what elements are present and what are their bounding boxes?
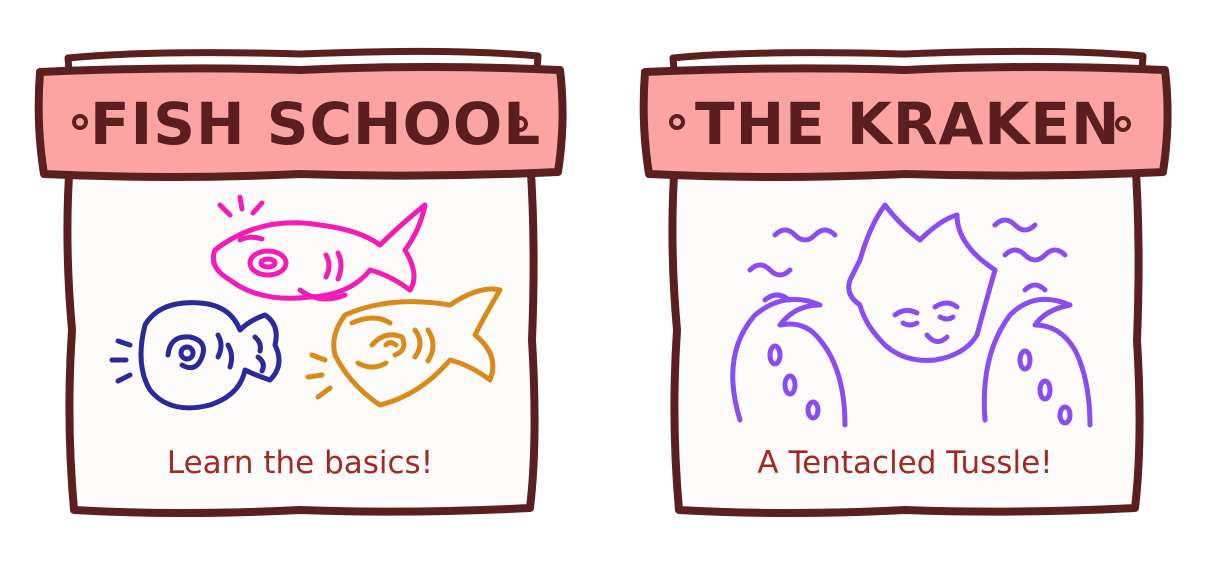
level-title: FISH SCHOOL xyxy=(90,90,542,158)
level-title: THE KRAKEN xyxy=(695,90,1121,158)
wave-squiggle-icon xyxy=(1022,282,1048,293)
wave-squiggle-icon xyxy=(1002,247,1068,263)
level-select-screen: FISH SCHOOL Learn the basics! THE KRAKEN… xyxy=(0,0,1212,562)
kraken-icon xyxy=(846,202,998,363)
wave-squiggle-icon xyxy=(992,217,1038,233)
level-subtitle: A Tentacled Tussle! xyxy=(757,445,1053,481)
tentacle-icon xyxy=(730,296,1093,428)
level-card-the-kraken[interactable]: THE KRAKEN A Tentacled Tussle! xyxy=(635,40,1175,520)
fish-school-art xyxy=(109,195,503,411)
level-subtitle: Learn the basics! xyxy=(166,445,434,481)
kraken-art xyxy=(730,202,1093,428)
blue-pufferfish-icon xyxy=(109,300,282,411)
orange-angelfish-icon xyxy=(305,286,503,408)
wave-squiggle-icon xyxy=(772,227,838,243)
wave-squiggle-icon xyxy=(747,262,793,278)
level-card-fish-school[interactable]: FISH SCHOOL Learn the basics! xyxy=(30,40,570,520)
pink-fish-icon xyxy=(210,195,428,302)
